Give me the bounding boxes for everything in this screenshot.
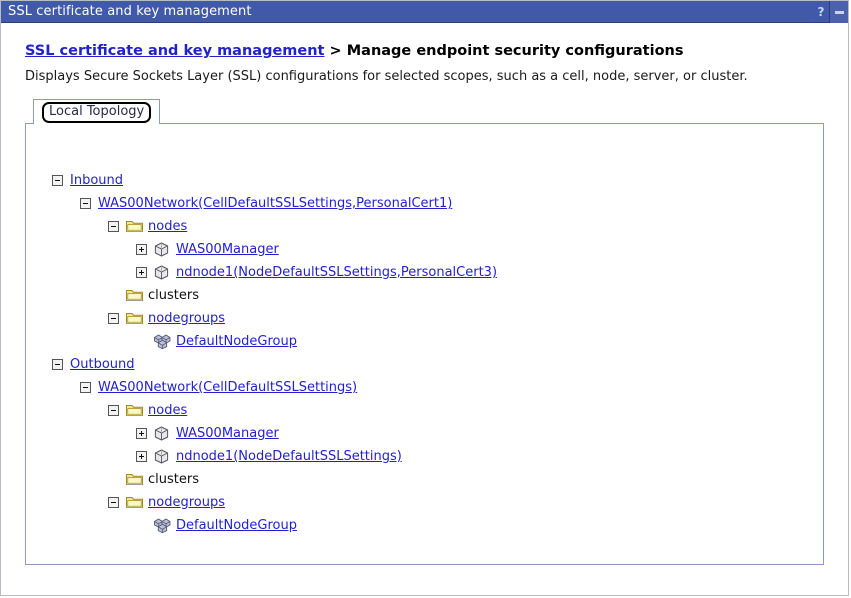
collapse-toggle-icon[interactable]	[80, 382, 91, 393]
tree-node: nodegroups	[108, 307, 823, 330]
tree-node-label[interactable]: nodegroups	[148, 311, 225, 326]
tree-node-label[interactable]: ndnode1(NodeDefaultSSLSettings)	[176, 449, 402, 464]
tree-node-label: clusters	[148, 288, 199, 303]
tree-node: nodes	[108, 215, 823, 238]
tree-node: DefaultNodeGroup	[136, 330, 823, 353]
tree-node: WAS00Manager	[136, 422, 823, 445]
topology-tree: Inbound WAS00Network(CellDefaultSSLSettin…	[26, 124, 823, 537]
minimize-icon[interactable]	[829, 1, 848, 23]
folder-icon	[126, 219, 143, 234]
titlebar-buttons: ?	[812, 1, 848, 23]
tree-node-label[interactable]: ndnode1(NodeDefaultSSLSettings,PersonalC…	[176, 265, 497, 280]
tree-node: DefaultNodeGroup	[136, 514, 823, 537]
server-node-icon	[154, 265, 171, 280]
collapse-toggle-icon[interactable]	[108, 313, 119, 324]
help-icon[interactable]: ?	[812, 1, 829, 23]
breadcrumb-current-page: Manage endpoint security configurations	[346, 43, 684, 59]
collapse-toggle-icon[interactable]	[108, 405, 119, 416]
tree-node: ndnode1(NodeDefaultSSLSettings)	[136, 445, 823, 468]
breadcrumb-separator: >	[324, 43, 347, 59]
tree-node-label[interactable]: DefaultNodeGroup	[176, 518, 297, 533]
tree-node: WAS00Manager	[136, 238, 823, 261]
breadcrumb-link-ssl-management[interactable]: SSL certificate and key management	[25, 43, 324, 59]
tree-node-label[interactable]: WAS00Network(CellDefaultSSLSettings,Pers…	[98, 196, 452, 211]
expand-toggle-icon[interactable]	[136, 428, 147, 439]
window-title: SSL certificate and key management	[8, 4, 252, 19]
tree-node-label[interactable]: WAS00Manager	[176, 242, 279, 257]
tree-node: WAS00Network(CellDefaultSSLSettings,Pers…	[80, 192, 823, 215]
folder-icon	[126, 472, 143, 487]
tree-node: nodes	[108, 399, 823, 422]
collapse-toggle-icon[interactable]	[108, 497, 119, 508]
tabstrip: Local Topology	[25, 99, 824, 124]
tab-local-topology[interactable]: Local Topology	[33, 99, 161, 124]
folder-icon	[126, 311, 143, 326]
window-content: SSL certificate and key management > Man…	[1, 43, 848, 565]
tree-node-label[interactable]: WAS00Network(CellDefaultSSLSettings)	[98, 380, 357, 395]
tree-node-label[interactable]: DefaultNodeGroup	[176, 334, 297, 349]
tree-node-label[interactable]: nodegroups	[148, 495, 225, 510]
tree-node: Outbound	[52, 353, 823, 376]
folder-icon	[126, 403, 143, 418]
tree-node: WAS00Network(CellDefaultSSLSettings)	[80, 376, 823, 399]
server-node-icon	[154, 242, 171, 257]
collapse-toggle-icon[interactable]	[52, 175, 63, 186]
tree-node: Inbound	[52, 169, 823, 192]
expand-toggle-icon[interactable]	[136, 244, 147, 255]
tree-node: clusters	[108, 284, 823, 307]
tree-node-label[interactable]: Outbound	[70, 357, 135, 372]
ssl-management-window: SSL certificate and key management ? SSL…	[0, 0, 849, 596]
tree-node: ndnode1(NodeDefaultSSLSettings,PersonalC…	[136, 261, 823, 284]
server-node-icon	[154, 426, 171, 441]
expand-toggle-icon[interactable]	[136, 267, 147, 278]
collapse-toggle-icon[interactable]	[108, 221, 119, 232]
tree-node-label: clusters	[148, 472, 199, 487]
collapse-toggle-icon[interactable]	[80, 198, 91, 209]
collapse-toggle-icon[interactable]	[52, 359, 63, 370]
tab-local-topology-label: Local Topology	[42, 101, 152, 123]
tree-node-label[interactable]: WAS00Manager	[176, 426, 279, 441]
breadcrumb: SSL certificate and key management > Man…	[25, 43, 824, 59]
node-group-icon	[154, 518, 171, 533]
window-titlebar: SSL certificate and key management ?	[1, 1, 848, 23]
tree-node: nodegroups	[108, 491, 823, 514]
page-description: Displays Secure Sockets Layer (SSL) conf…	[25, 69, 748, 84]
expand-toggle-icon[interactable]	[136, 451, 147, 462]
tree-node-label[interactable]: Inbound	[70, 173, 123, 188]
folder-icon	[126, 288, 143, 303]
tree-node-label[interactable]: nodes	[148, 219, 187, 234]
folder-icon	[126, 495, 143, 510]
tree-node-label[interactable]: nodes	[148, 403, 187, 418]
tree-node: clusters	[108, 468, 823, 491]
server-node-icon	[154, 449, 171, 464]
topology-panel: Inbound WAS00Network(CellDefaultSSLSettin…	[25, 123, 824, 565]
node-group-icon	[154, 334, 171, 349]
